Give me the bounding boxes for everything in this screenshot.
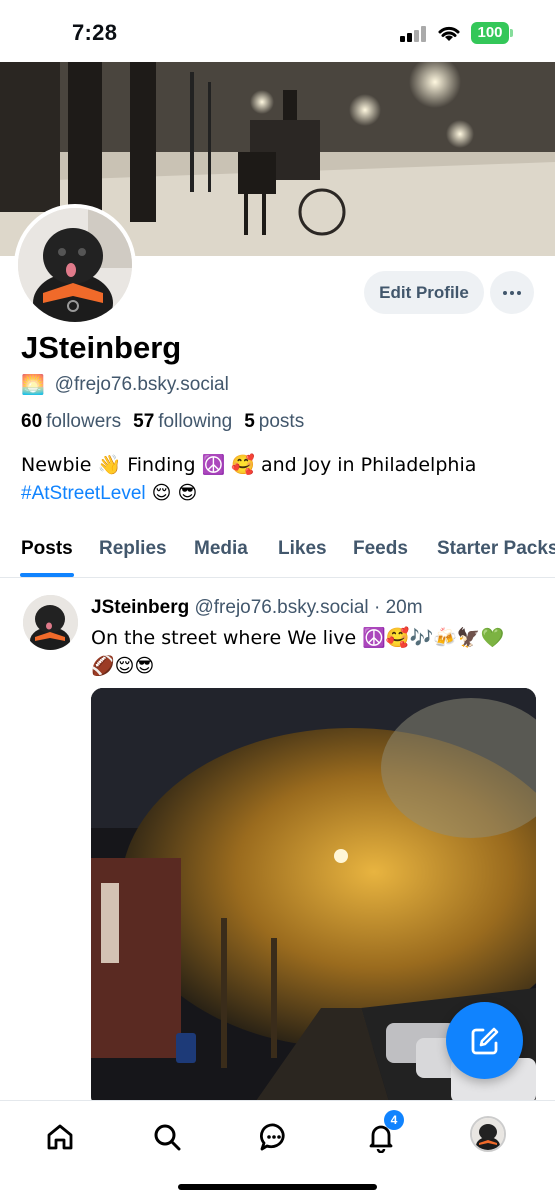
post-header: JSteinberg @frejo76.bsky.social · 20m [91, 597, 423, 619]
post-text-line: 🏈😌😎 [91, 655, 155, 677]
profile-avatar[interactable] [14, 204, 136, 326]
following-label: following [158, 411, 233, 432]
search-icon [154, 1124, 181, 1151]
display-name: JSteinberg [21, 330, 182, 365]
profile-tabs: Posts Replies Media Likes Feeds Starter … [0, 528, 555, 578]
followers-label: followers [46, 411, 122, 432]
nav-home-button[interactable] [40, 1117, 80, 1157]
posts-label: posts [258, 411, 305, 432]
notifications-badge: 4 [384, 1110, 404, 1130]
signal-icon [400, 26, 428, 42]
bio-emojis: 😌 😎 [145, 482, 198, 504]
more-icon [503, 290, 521, 295]
home-icon [47, 1124, 73, 1150]
post-text[interactable]: On the street where We live ☮️🥰🎶🍻🦅💚 🏈😌😎 [91, 624, 531, 680]
status-time: 7:28 [72, 20, 118, 45]
profile-bio: Newbie 👋 Finding ☮️ 🥰 and Joy in Philade… [21, 451, 541, 508]
following-stat[interactable]: 57 following [133, 411, 232, 433]
profile-stats: 60 followers 57 following 5 posts [21, 411, 304, 433]
more-options-button[interactable] [490, 271, 534, 314]
tab-replies[interactable]: Replies [99, 538, 167, 560]
post-text-line: On the street where We live ☮️🥰🎶🍻🦅💚 [91, 627, 505, 649]
chat-icon [259, 1123, 285, 1151]
post-separator: · [368, 597, 386, 618]
nav-search-button[interactable] [147, 1117, 187, 1157]
profile-handle: @frejo76.bsky.social [54, 373, 229, 395]
tab-starter-packs[interactable]: Starter Packs [437, 538, 555, 560]
followers-count: 60 [21, 411, 43, 432]
bottom-navigation: 4 [0, 1100, 555, 1200]
nav-profile-avatar[interactable] [470, 1116, 506, 1152]
post-timestamp[interactable]: 20m [386, 597, 423, 618]
pug-avatar-image [23, 595, 78, 650]
posts-stat: 5 posts [244, 411, 304, 433]
post-author-handle[interactable]: @frejo76.bsky.social [194, 597, 368, 618]
tab-feeds[interactable]: Feeds [353, 538, 408, 560]
status-bar: 7:28 100 [0, 0, 555, 62]
bio-line: Newbie 👋 Finding ☮️ 🥰 and Joy in Philade… [21, 454, 477, 476]
battery-icon: 100 [471, 22, 513, 44]
edit-profile-button[interactable]: Edit Profile [364, 271, 484, 314]
post-author-avatar[interactable] [23, 595, 78, 650]
pug-avatar-image [18, 208, 132, 322]
battery-level: 100 [471, 22, 509, 44]
wifi-icon [438, 26, 460, 41]
active-tab-indicator [20, 573, 74, 577]
handle-row: 🌅 @frejo76.bsky.social [21, 373, 229, 397]
posts-count: 5 [244, 411, 255, 432]
tab-media[interactable]: Media [194, 538, 248, 560]
home-indicator [178, 1184, 377, 1190]
tab-likes[interactable]: Likes [278, 538, 327, 560]
post-author-name[interactable]: JSteinberg [91, 597, 189, 618]
pug-avatar-image [472, 1118, 504, 1150]
nav-chat-button[interactable] [254, 1117, 294, 1157]
compose-post-button[interactable] [446, 1002, 523, 1079]
compose-icon [471, 1027, 498, 1054]
sunrise-icon: 🌅 [21, 374, 45, 396]
tab-posts[interactable]: Posts [21, 538, 73, 560]
followers-stat[interactable]: 60 followers [21, 411, 121, 433]
bio-hashtag-link[interactable]: #AtStreetLevel [21, 483, 146, 504]
following-count: 57 [133, 411, 155, 432]
